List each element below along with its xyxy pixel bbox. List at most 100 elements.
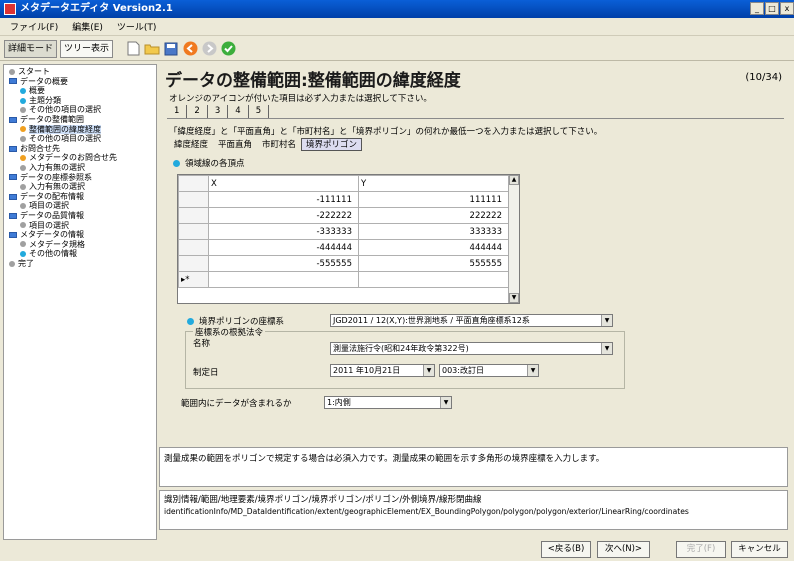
table-row[interactable]: -222222 222222 bbox=[178, 207, 509, 224]
tree-item-label: 項目の選択 bbox=[29, 220, 69, 230]
tree-item[interactable]: その他の項目の選択 bbox=[4, 105, 156, 115]
back-button[interactable]: <戻る(B) bbox=[541, 541, 591, 558]
tree-item[interactable]: スタート bbox=[4, 67, 156, 77]
title-bar: メタデータエディタ Version2.1 _ □ x bbox=[0, 0, 794, 18]
row-header[interactable] bbox=[178, 223, 209, 240]
tree-item-label: 入力有無の選択 bbox=[29, 182, 85, 192]
tree-item[interactable]: データの配布情報 bbox=[4, 192, 156, 202]
tree-item[interactable]: データの概要 bbox=[4, 77, 156, 87]
cell-x[interactable]: -333333 bbox=[208, 223, 359, 240]
row-header[interactable] bbox=[178, 191, 209, 208]
tree-item[interactable]: 項目の選択 bbox=[4, 201, 156, 211]
open-folder-icon[interactable] bbox=[144, 41, 160, 57]
tab-4[interactable]: 4 bbox=[228, 105, 249, 118]
check-icon[interactable] bbox=[220, 41, 236, 57]
new-row[interactable]: ▸* bbox=[178, 271, 509, 288]
finish-button[interactable]: 完了(F) bbox=[676, 541, 726, 558]
tab-2[interactable]: 2 bbox=[187, 105, 208, 118]
tree-item[interactable]: 項目の選択 bbox=[4, 221, 156, 231]
tree-view-button[interactable]: ツリー表示 bbox=[60, 39, 114, 58]
tree-item[interactable]: その他の項目の選択 bbox=[4, 134, 156, 144]
tree-item-label: 項目の選択 bbox=[29, 201, 69, 211]
status-dot-icon bbox=[20, 155, 26, 162]
menu-edit[interactable]: 編集(E) bbox=[68, 20, 107, 33]
tree-item[interactable]: データの品質情報 bbox=[4, 211, 156, 221]
tree-item[interactable]: メタデータの情報 bbox=[4, 230, 156, 240]
tree-item[interactable]: お問合せ先 bbox=[4, 144, 156, 154]
grid-header-y[interactable]: Y bbox=[358, 175, 509, 192]
scroll-up-arrow-icon[interactable]: ▲ bbox=[509, 175, 519, 185]
crs-select[interactable]: JGD2011 / 12(X,Y):世界測地系 / 平面直角座標系12系 ▼ bbox=[330, 314, 613, 327]
row-header[interactable] bbox=[178, 255, 209, 272]
page-tabs: 1 2 3 4 5 bbox=[167, 105, 270, 118]
cell-x-new[interactable] bbox=[208, 271, 359, 288]
cell-y[interactable]: 444444 bbox=[358, 239, 509, 256]
tree-item-label: 整備範囲の緯度経度 bbox=[29, 124, 101, 135]
row-header[interactable] bbox=[178, 239, 209, 256]
chevron-down-icon[interactable]: ▼ bbox=[601, 343, 612, 354]
cell-x[interactable]: -555555 bbox=[208, 255, 359, 272]
cell-y[interactable]: 222222 bbox=[358, 207, 509, 224]
new-file-icon[interactable] bbox=[125, 41, 141, 57]
tree-item[interactable]: その他の情報 bbox=[4, 249, 156, 259]
table-row[interactable]: -444444 444444 bbox=[178, 239, 509, 256]
minimize-button[interactable]: _ bbox=[750, 2, 764, 15]
chevron-down-icon[interactable]: ▼ bbox=[440, 397, 451, 408]
detail-mode-button[interactable]: 詳細モード bbox=[4, 39, 58, 58]
tree-item[interactable]: 主題分類 bbox=[4, 96, 156, 106]
forward-icon[interactable] bbox=[201, 41, 217, 57]
table-row[interactable]: -111111 111111 bbox=[178, 191, 509, 208]
cell-y-new[interactable] bbox=[358, 271, 509, 288]
enact-type-select[interactable]: 003:改訂日 ▼ bbox=[439, 364, 539, 377]
subtab-plane[interactable]: 平面直角 bbox=[213, 138, 257, 151]
tree-item[interactable]: データの整備範囲 bbox=[4, 115, 156, 125]
tree-item[interactable]: データの座標参照系 bbox=[4, 173, 156, 183]
tree-item-label: その他の情報 bbox=[29, 249, 77, 259]
row-header[interactable] bbox=[178, 207, 209, 224]
scroll-down-arrow-icon[interactable]: ▼ bbox=[509, 293, 519, 303]
chevron-down-icon[interactable]: ▼ bbox=[601, 315, 612, 326]
chevron-down-icon[interactable]: ▼ bbox=[527, 365, 538, 376]
cell-y[interactable]: 333333 bbox=[358, 223, 509, 240]
navigation-tree: スタート データの概要 概要 主題分類 その他の項目の選択 データの整備範囲 整備範囲の緯度… bbox=[3, 64, 157, 540]
subtab-latlon[interactable]: 緯度経度 bbox=[169, 138, 213, 151]
close-button[interactable]: x bbox=[780, 2, 794, 15]
tree-item[interactable]: 入力有無の選択 bbox=[4, 182, 156, 192]
next-button[interactable]: 次へ(N)> bbox=[597, 541, 650, 558]
law-name-select[interactable]: 測量法施行令(昭和24年政令第322号) ▼ bbox=[330, 342, 613, 355]
tree-item[interactable]: 整備範囲の緯度経度 bbox=[4, 124, 156, 135]
cell-x[interactable]: -222222 bbox=[208, 207, 359, 224]
calendar-dropdown-icon[interactable]: ▼ bbox=[423, 365, 434, 376]
subtab-boundary-polygon[interactable]: 境界ポリゴン bbox=[301, 138, 363, 151]
cell-x[interactable]: -444444 bbox=[208, 239, 359, 256]
tab-1[interactable]: 1 bbox=[167, 105, 188, 118]
tree-item[interactable]: 入力有無の選択 bbox=[4, 163, 156, 173]
tree-item[interactable]: メタデータのお問合せ先 bbox=[4, 153, 156, 163]
subtab-municipality[interactable]: 市町村名 bbox=[257, 138, 301, 151]
tree-item[interactable]: 完了 bbox=[4, 259, 156, 269]
maximize-button[interactable]: □ bbox=[765, 2, 779, 15]
menu-tools[interactable]: ツール(T) bbox=[113, 20, 161, 33]
folder-icon bbox=[9, 145, 17, 152]
save-icon[interactable] bbox=[163, 41, 179, 57]
tree-item[interactable]: 概要 bbox=[4, 86, 156, 96]
grid-header-x[interactable]: X bbox=[208, 175, 359, 192]
inside-select[interactable]: 1:内側 ▼ bbox=[324, 396, 452, 409]
status-dot-icon bbox=[20, 203, 26, 210]
cell-y[interactable]: 555555 bbox=[358, 255, 509, 272]
tree-item-label: データの概要 bbox=[20, 76, 68, 86]
grid-scrollbar[interactable]: ▲ ▼ bbox=[508, 175, 519, 303]
enact-date-picker[interactable]: 2011 年10月21日 ▼ bbox=[330, 364, 435, 377]
cancel-button[interactable]: キャンセル bbox=[731, 541, 788, 558]
menu-file[interactable]: ファイル(F) bbox=[6, 20, 62, 33]
back-icon[interactable] bbox=[182, 41, 198, 57]
table-row[interactable]: -333333 333333 bbox=[178, 223, 509, 240]
table-row[interactable]: -555555 555555 bbox=[178, 255, 509, 272]
status-dot-icon bbox=[20, 135, 26, 142]
tree-item[interactable]: メタデータ規格 bbox=[4, 240, 156, 250]
status-dot-icon bbox=[20, 241, 26, 248]
cell-y[interactable]: 111111 bbox=[358, 191, 509, 208]
cell-x[interactable]: -111111 bbox=[208, 191, 359, 208]
tab-5[interactable]: 5 bbox=[249, 105, 270, 118]
tab-3[interactable]: 3 bbox=[208, 105, 229, 118]
